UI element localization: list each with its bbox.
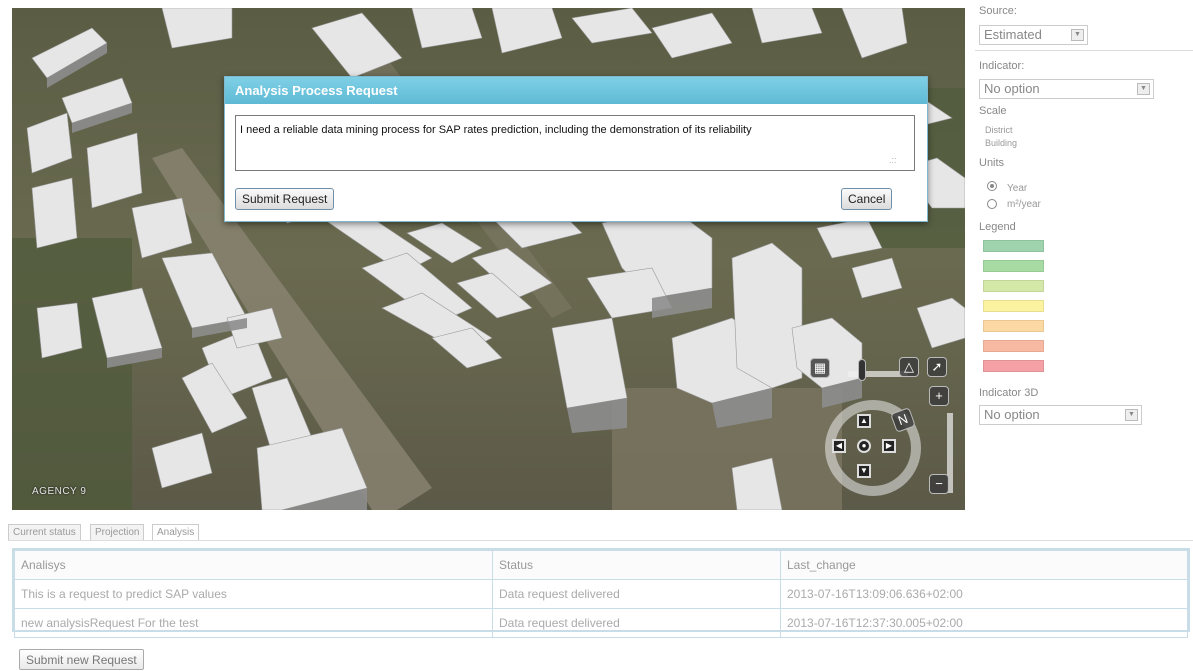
column-header-last-change[interactable]: Last_change	[780, 550, 1188, 580]
grid-view-icon[interactable]: ▦	[810, 358, 830, 378]
source-label: Source:	[979, 5, 1017, 17]
pan-up-icon[interactable]: ▲	[857, 414, 871, 428]
status-cell: Data request delivered	[492, 608, 781, 638]
table-row[interactable]: This is a request to predict SAP values …	[14, 579, 1188, 609]
tilt-slider-handle[interactable]	[858, 359, 866, 381]
legend-swatch	[983, 280, 1044, 292]
map-attribution: AGENCY 9	[32, 486, 87, 497]
analysis-results-table: Analisys Status Last_change This is a re…	[12, 548, 1190, 638]
source-select-value: Estimated	[984, 27, 1042, 42]
request-textarea[interactable]: I need a reliable data mining process fo…	[235, 115, 915, 171]
analysis-cell: This is a request to predict SAP values	[14, 579, 493, 609]
pan-right-icon[interactable]: ▶	[882, 439, 896, 453]
submit-new-request-button[interactable]: Submit new Request	[19, 649, 144, 670]
last-change-cell: 2013-07-16T12:37:30.005+02:00	[780, 608, 1188, 638]
chevron-down-icon: ▼	[1071, 29, 1084, 41]
units-label: Units	[979, 157, 1005, 169]
tab-analysis[interactable]: Analysis	[152, 524, 200, 541]
legend-swatch	[983, 340, 1044, 352]
zoom-out-icon[interactable]: −	[929, 474, 949, 494]
cancel-button[interactable]: Cancel	[841, 188, 893, 210]
indicator-select-value: No option	[984, 81, 1040, 96]
scale-label: Scale	[979, 105, 1007, 117]
resize-grip-icon[interactable]: .::	[889, 155, 897, 165]
zoom-in-icon[interactable]: +	[929, 386, 949, 406]
indicator-3d-label: Indicator 3D	[979, 387, 1039, 399]
column-header-status[interactable]: Status	[492, 550, 781, 580]
scale-option-district[interactable]: District	[985, 125, 1013, 135]
legend-swatch	[983, 240, 1044, 252]
chevron-down-icon: ▼	[1137, 83, 1150, 95]
perspective-view-icon[interactable]: △	[899, 357, 919, 377]
indicator-3d-select[interactable]: No option ▼	[979, 405, 1142, 425]
divider	[975, 50, 1193, 51]
tab-projection[interactable]: Projection	[90, 524, 145, 541]
tab-current-status[interactable]: Current status	[8, 524, 81, 541]
units-m2-radio[interactable]	[987, 199, 997, 209]
pointer-tool-icon[interactable]: ➚	[927, 357, 947, 377]
indicator-select[interactable]: No option ▼	[979, 79, 1154, 99]
last-change-cell: 2013-07-16T13:09:06.636+02:00	[780, 579, 1188, 609]
table-row[interactable]: new analysisRequest For the test Data re…	[14, 608, 1188, 638]
source-select[interactable]: Estimated ▼	[979, 25, 1088, 45]
column-header-analysis[interactable]: Analisys	[14, 550, 493, 580]
submit-request-button[interactable]: Submit Request	[235, 188, 335, 210]
indicator-panel: Source: Estimated ▼ Indicator: No option…	[975, 0, 1193, 510]
pan-down-icon[interactable]: ▼	[857, 464, 871, 478]
analysis-cell: new analysisRequest For the test	[14, 608, 493, 638]
table-header-row: Analisys Status Last_change	[14, 550, 1188, 580]
scale-option-building[interactable]: Building	[985, 138, 1017, 148]
pan-left-icon[interactable]: ◀	[832, 439, 846, 453]
legend-swatch	[983, 320, 1044, 332]
indicator-label: Indicator:	[979, 60, 1025, 72]
chevron-down-icon: ▼	[1125, 409, 1138, 421]
status-cell: Data request delivered	[492, 579, 781, 609]
units-year-radio[interactable]	[987, 181, 997, 191]
legend-swatch	[983, 300, 1044, 312]
legend-swatch	[983, 360, 1044, 372]
tab-divider	[8, 540, 1193, 541]
indicator-3d-select-value: No option	[984, 407, 1040, 422]
dialog-title: Analysis Process Request	[225, 77, 927, 104]
legend-label: Legend	[979, 221, 1016, 233]
pan-center-icon[interactable]: ●	[857, 439, 871, 453]
units-m2-label: m²/year	[1007, 199, 1041, 210]
analysis-request-dialog: Analysis Process Request I need a reliab…	[224, 76, 928, 222]
legend-swatch	[983, 260, 1044, 272]
units-year-label: Year	[1007, 183, 1028, 194]
